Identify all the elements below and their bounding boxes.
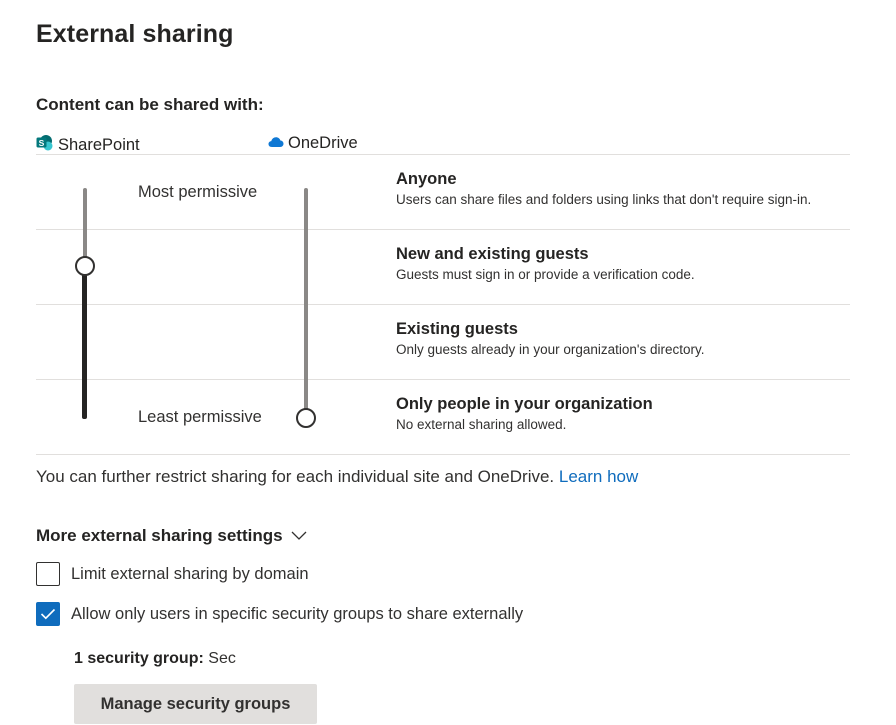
more-settings-label: More external sharing settings: [36, 526, 283, 545]
divider: [36, 154, 850, 155]
onedrive-label: OneDrive: [288, 134, 358, 152]
level-new-existing-guests-title: New and existing guests: [396, 245, 589, 263]
restrict-sharing-note: You can further restrict sharing for eac…: [36, 467, 638, 487]
restrict-sharing-text: You can further restrict sharing for eac…: [36, 467, 555, 486]
sharepoint-slider-track[interactable]: [83, 188, 87, 266]
level-new-existing-guests-desc: Guests must sign in or provide a verific…: [396, 267, 695, 282]
level-existing-guests-desc: Only guests already in your organization…: [396, 342, 705, 357]
divider: [36, 454, 850, 455]
divider: [36, 229, 850, 230]
most-permissive-label: Most permissive: [138, 183, 258, 201]
limit-domain-row[interactable]: Limit external sharing by domain: [36, 562, 309, 586]
sharepoint-label: SharePoint: [58, 136, 140, 154]
least-permissive-label: Least permissive: [138, 408, 262, 426]
manage-security-groups-button[interactable]: Manage security groups: [74, 684, 317, 724]
security-group-summary: 1 security group: Sec: [74, 650, 236, 668]
sharepoint-slider-fill[interactable]: [82, 266, 87, 419]
onedrive-slider-track[interactable]: [304, 188, 308, 418]
security-groups-checkbox[interactable]: [36, 602, 60, 626]
level-org-only-desc: No external sharing allowed.: [396, 417, 567, 432]
limit-domain-checkbox[interactable]: [36, 562, 60, 586]
more-settings-toggle[interactable]: More external sharing settings: [36, 526, 307, 546]
checkmark-icon: [40, 608, 56, 620]
onedrive-icon: [268, 134, 284, 153]
level-existing-guests-title: Existing guests: [396, 320, 518, 338]
limit-domain-label: Limit external sharing by domain: [71, 564, 309, 583]
security-group-value: Sec: [208, 650, 236, 667]
onedrive-slider-thumb[interactable]: [296, 408, 316, 428]
svg-text:S: S: [39, 138, 45, 148]
security-groups-label: Allow only users in specific security gr…: [71, 604, 524, 623]
security-group-count: 1 security group:: [74, 650, 204, 667]
divider: [36, 379, 850, 380]
shared-with-heading: Content can be shared with:: [36, 95, 264, 114]
page-title: External sharing: [36, 20, 234, 48]
security-groups-row[interactable]: Allow only users in specific security gr…: [36, 602, 523, 626]
divider: [36, 304, 850, 305]
chevron-down-icon: [291, 526, 307, 546]
learn-how-link[interactable]: Learn how: [559, 467, 638, 486]
onedrive-header: OneDrive: [268, 134, 358, 153]
sharepoint-slider-thumb[interactable]: [75, 256, 95, 276]
level-anyone-desc: Users can share files and folders using …: [396, 192, 812, 207]
level-anyone-title: Anyone: [396, 170, 457, 188]
level-org-only-title: Only people in your organization: [396, 395, 653, 413]
